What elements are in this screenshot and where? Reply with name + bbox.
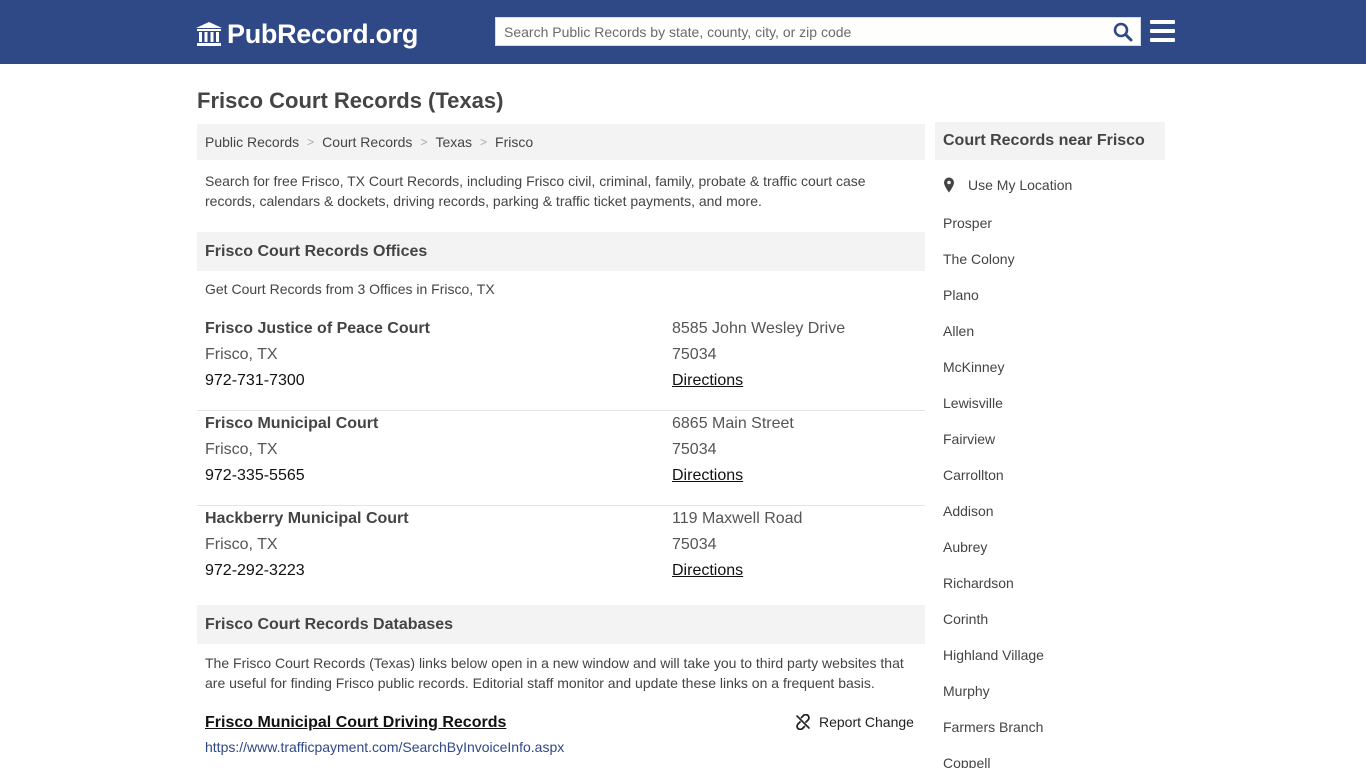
nearby-city-link[interactable]: Allen	[943, 313, 1044, 349]
office-card: Hackberry Municipal Court Frisco, TX 972…	[197, 506, 925, 601]
offices-count-note: Get Court Records from 3 Offices in Fris…	[205, 281, 495, 297]
office-address: 8585 John Wesley Drive	[672, 320, 846, 337]
office-zip: 75034	[672, 441, 717, 458]
map-pin-icon	[944, 177, 954, 193]
office-city: Frisco, TX	[205, 346, 278, 363]
nearby-city-link[interactable]: Coppell	[943, 745, 1044, 768]
nearby-city-link[interactable]: Murphy	[943, 673, 1044, 709]
breadcrumb: Public Records > Court Records > Texas >…	[197, 124, 925, 160]
office-name: Frisco Municipal Court	[205, 415, 379, 432]
breadcrumb-frisco[interactable]: Frisco	[495, 134, 533, 150]
nearby-city-link[interactable]: Fairview	[943, 421, 1044, 457]
directions-link[interactable]: Directions	[672, 368, 743, 394]
databases-note: The Frisco Court Records (Texas) links b…	[205, 655, 904, 691]
office-address: 119 Maxwell Road	[672, 510, 803, 527]
nearby-city-link[interactable]: Prosper	[943, 205, 1044, 241]
nearby-city-link[interactable]: The Colony	[943, 241, 1044, 277]
nearby-city-link[interactable]: Farmers Branch	[943, 709, 1044, 745]
office-name: Hackberry Municipal Court	[205, 510, 409, 527]
nearby-city-link[interactable]: Corinth	[943, 601, 1044, 637]
search-box	[495, 17, 1141, 46]
nearby-city-link[interactable]: Plano	[943, 277, 1044, 313]
directions-link[interactable]: Directions	[672, 463, 743, 489]
breadcrumb-separator: >	[420, 135, 428, 149]
logo-text: PubRecord.org	[227, 18, 419, 49]
page-title: Frisco Court Records (Texas)	[197, 88, 504, 113]
breadcrumb-texas[interactable]: Texas	[435, 134, 472, 150]
search-button[interactable]	[1112, 21, 1134, 43]
office-card: Frisco Municipal Court Frisco, TX 972-33…	[197, 411, 925, 506]
directions-link[interactable]: Directions	[672, 558, 743, 584]
use-my-location-button[interactable]: Use My Location	[943, 177, 1072, 193]
report-change-label: Report Change	[819, 714, 914, 730]
office-name: Frisco Justice of Peace Court	[205, 320, 430, 337]
office-address: 6865 Main Street	[672, 415, 794, 432]
nearby-city-link[interactable]: Lewisville	[943, 385, 1044, 421]
breadcrumb-public-records[interactable]: Public Records	[205, 134, 299, 150]
office-zip: 75034	[672, 346, 717, 363]
nearby-cities-list: Prosper The Colony Plano Allen McKinney …	[943, 205, 1044, 768]
nearby-city-link[interactable]: Highland Village	[943, 637, 1044, 673]
intro-text: Search for free Frisco, TX Court Records…	[205, 173, 866, 209]
site-logo[interactable]: PubRecord.org	[195, 18, 418, 50]
databases-section-heading: Frisco Court Records Databases	[197, 605, 925, 644]
office-card: Frisco Justice of Peace Court Frisco, TX…	[197, 316, 925, 411]
office-phone[interactable]: 972-731-7300	[205, 368, 305, 394]
office-phone[interactable]: 972-335-5565	[205, 463, 305, 489]
nearby-city-link[interactable]: Aubrey	[943, 529, 1044, 565]
nearby-city-link[interactable]: Carrollton	[943, 457, 1044, 493]
courthouse-icon	[196, 22, 222, 46]
nearby-city-link[interactable]: Richardson	[943, 565, 1044, 601]
broken-link-icon	[796, 714, 810, 730]
database-link-url[interactable]: https://www.trafficpayment.com/SearchByI…	[205, 738, 564, 756]
hamburger-menu-icon[interactable]	[1150, 20, 1176, 42]
top-navbar: PubRecord.org	[0, 0, 1366, 64]
office-zip: 75034	[672, 536, 717, 553]
nearby-city-link[interactable]: McKinney	[943, 349, 1044, 385]
nearby-city-link[interactable]: Addison	[943, 493, 1044, 529]
office-city: Frisco, TX	[205, 441, 278, 458]
offices-section-heading: Frisco Court Records Offices	[197, 232, 925, 271]
office-city: Frisco, TX	[205, 536, 278, 553]
breadcrumb-separator: >	[307, 135, 315, 149]
sidebar-heading: Court Records near Frisco	[935, 122, 1165, 160]
breadcrumb-separator: >	[480, 135, 488, 149]
office-phone[interactable]: 972-292-3223	[205, 558, 305, 584]
report-change-button[interactable]: Report Change	[795, 714, 914, 730]
breadcrumb-court-records[interactable]: Court Records	[322, 134, 412, 150]
database-link-title[interactable]: Frisco Municipal Court Driving Records	[205, 712, 506, 734]
use-my-location-label: Use My Location	[968, 177, 1073, 193]
search-icon	[1113, 22, 1133, 42]
search-input[interactable]	[496, 18, 1108, 45]
